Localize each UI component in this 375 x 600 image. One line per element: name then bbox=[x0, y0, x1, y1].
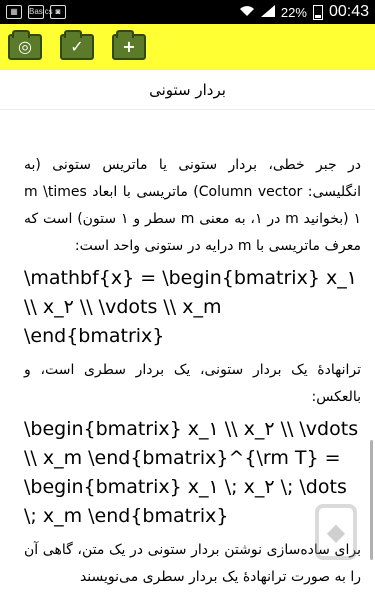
status-bar: ▦ Basics ◙ 22% 00:43 bbox=[0, 0, 375, 24]
math-formula: \mathbf{x} = \begin{bmatrix} x_۱ \\ x_۲ … bbox=[24, 267, 357, 347]
clock: 00:43 bbox=[328, 3, 369, 20]
system-status: 22% 00:43 bbox=[239, 3, 369, 21]
app-icon: Basics bbox=[28, 5, 53, 19]
article-paragraph: برای ساده‌سازی نوشتن بردار ستونی در یک م… bbox=[24, 542, 361, 585]
battery-icon bbox=[312, 4, 323, 20]
folder-check-icon: ✓ bbox=[70, 37, 84, 56]
folder-check-button[interactable]: ✓ bbox=[60, 30, 94, 60]
gallery-icon: ▦ bbox=[6, 5, 22, 19]
toolbar: ◎ ✓ + bbox=[0, 24, 375, 70]
math-formula: \begin{bmatrix} x_۱ \\ x_۲ \\ \vdots \\ … bbox=[24, 418, 359, 527]
article-paragraph: ترانهادهٔ یک بردار ستونی، یک بردار سطری … bbox=[24, 362, 361, 405]
folder-settings-button[interactable]: ◎ bbox=[8, 30, 42, 60]
folder-add-icon: + bbox=[122, 37, 136, 56]
app-watermark-icon: ◆ bbox=[315, 504, 357, 560]
wifi-icon bbox=[239, 5, 255, 20]
scrollbar[interactable] bbox=[370, 440, 373, 560]
folder-add-button[interactable]: + bbox=[112, 30, 146, 60]
page-title: بردار ستونی bbox=[0, 70, 375, 110]
photo-icon: ◙ bbox=[50, 5, 66, 19]
article-paragraph: در جبر خطی، بردار ستونی یا ماتریس ستونی … bbox=[24, 157, 362, 254]
folder-settings-icon: ◎ bbox=[18, 37, 32, 56]
signal-icon bbox=[260, 4, 275, 20]
battery-percent: 22% bbox=[280, 4, 307, 20]
notification-icons: ▦ Basics ◙ bbox=[6, 5, 66, 19]
